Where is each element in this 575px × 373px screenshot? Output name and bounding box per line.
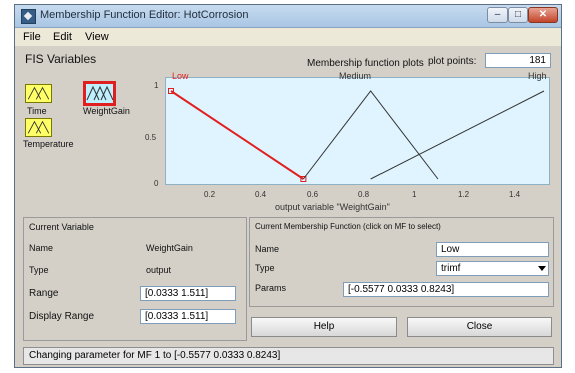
minimize-button[interactable]: – [487,7,508,23]
mf-type-value: trimf [441,263,461,274]
mf-name-input[interactable]: Low [436,242,549,257]
title-bar[interactable]: Membership Function Editor: HotCorrosion… [15,5,561,28]
y-tick-0: 0 [154,179,159,188]
window-close-button[interactable]: ✕ [528,7,558,23]
display-range-input[interactable]: [0.0333 1.511] [140,309,236,324]
close-button[interactable]: Close [407,317,552,337]
mf-label-high[interactable]: High [528,71,547,81]
menu-file[interactable]: File [23,31,41,43]
input-variable-time-icon[interactable] [25,84,52,103]
mf-label-medium[interactable]: Medium [339,71,371,81]
cv-name-label: Name [29,243,54,253]
help-button[interactable]: Help [251,317,397,337]
mf-type-label: Type [255,263,275,273]
cv-range-label: Range [29,288,59,299]
mf-params-label: Params [255,283,287,293]
mf-plots-header: Membership function plots [307,58,424,69]
matlab-app-icon [21,9,36,24]
x-tick-0-8: 0.8 [358,190,370,199]
status-bar: Changing parameter for MF 1 to [-0.5577 … [23,347,554,365]
current-variable-panel: Current Variable Name WeightGain Type ou… [23,217,247,341]
mf-line-medium[interactable] [302,90,439,180]
mf-line-high[interactable] [370,90,545,180]
mf-line-low[interactable] [170,90,304,180]
plot-points-input[interactable]: 181 [485,53,551,68]
menu-edit[interactable]: Edit [53,31,72,43]
chevron-down-icon [538,266,546,271]
mf-params-input[interactable]: [-0.5577 0.0333 0.8243] [343,282,549,297]
output-variable-weightgain-icon[interactable] [83,81,116,106]
input-variable-temperature-label: Temperature [23,139,74,149]
cv-display-range-label: Display Range [29,311,95,322]
x-tick-1: 1 [412,190,417,199]
y-tick-0-5: 0.5 [145,133,157,142]
range-input[interactable]: [0.0333 1.511] [140,286,236,301]
input-variable-temperature-icon[interactable] [25,118,52,137]
cv-type-label: Type [29,265,49,275]
window-title: Membership Function Editor: HotCorrosion [40,9,249,21]
plot-xlabel: output variable "WeightGain" [275,202,390,212]
y-tick-1: 1 [154,81,159,90]
maximize-button[interactable]: □ [508,7,528,23]
x-tick-1-4: 1.4 [509,190,521,199]
current-mf-panel: Current Membership Function (click on MF… [249,217,554,307]
output-variable-weightgain-label: WeightGain [83,106,130,116]
x-tick-0-4: 0.4 [255,190,267,199]
mf-plot-canvas[interactable] [165,77,550,185]
mf-name-label: Name [255,244,280,254]
cv-type-value: output [146,265,172,275]
current-mf-header: Current Membership Function (click on MF… [255,222,441,231]
menu-bar: File Edit View [15,28,561,46]
input-variable-time-label: Time [27,106,47,116]
menu-view[interactable]: View [85,31,109,43]
fis-variables-header: FIS Variables [25,52,97,66]
current-variable-header: Current Variable [29,222,94,232]
mf-label-low[interactable]: Low [172,71,189,81]
x-tick-1-2: 1.2 [458,190,470,199]
cv-name-value: WeightGain [146,243,193,253]
x-tick-0-2: 0.2 [204,190,216,199]
plot-points-label: plot points: [428,56,477,67]
x-tick-0-6: 0.6 [307,190,319,199]
mf-type-dropdown[interactable]: trimf [436,261,549,276]
membership-function-editor-window: Membership Function Editor: HotCorrosion… [14,4,562,368]
